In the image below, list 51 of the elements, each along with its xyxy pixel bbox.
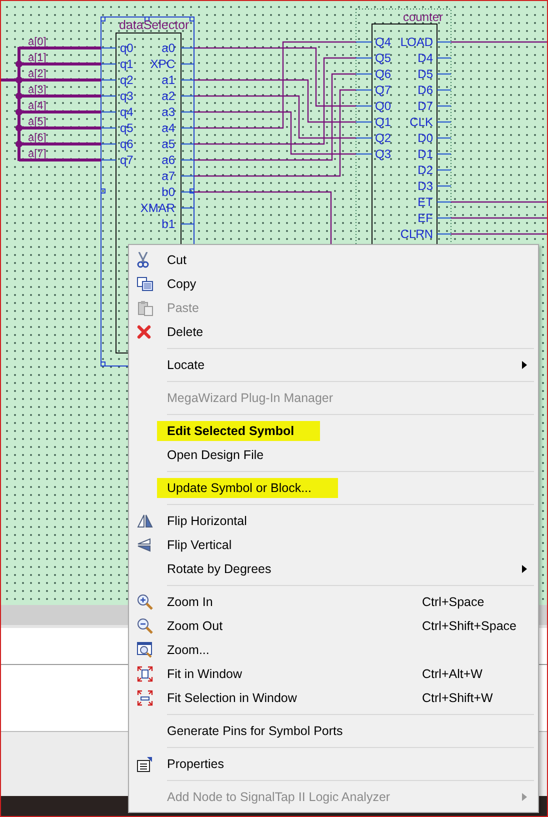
pin-label: a2 xyxy=(162,89,175,103)
pin-label: q2 xyxy=(120,73,134,87)
pin-label: q5 xyxy=(120,121,134,135)
pin-label: D0 xyxy=(418,131,433,145)
pin-label: a6 xyxy=(162,153,175,167)
pin-label: Q2 xyxy=(375,131,392,145)
pin-label: D3 xyxy=(418,179,433,193)
pin-label: b1 xyxy=(162,217,175,231)
bus-label: a[0] xyxy=(28,36,46,48)
pin-label: CLRN xyxy=(400,227,433,241)
symbol-title: counter xyxy=(403,10,444,24)
pin-label: EF xyxy=(418,211,433,225)
pin-label: ET xyxy=(418,195,433,209)
pin-label: q1 xyxy=(120,57,134,71)
pin-label: q6 xyxy=(120,137,134,151)
pin-label: Q6 xyxy=(375,67,392,81)
bus-label: a[6] xyxy=(28,132,46,144)
bus-label: a[4] xyxy=(28,100,46,112)
pin-label: Q4 xyxy=(375,35,392,49)
pin-label: D2 xyxy=(418,163,433,177)
pin-label: LOAD xyxy=(400,35,433,49)
pin-label: q3 xyxy=(120,89,134,103)
bus-label: a[5] xyxy=(28,116,46,128)
bus-label: a[3] xyxy=(28,84,46,96)
pin-label: XPC xyxy=(150,57,175,71)
pin-label: Q1 xyxy=(375,115,392,129)
pin-label: CLK xyxy=(410,115,433,129)
pin-label: a0 xyxy=(162,41,175,55)
pin-label: D1 xyxy=(418,147,433,161)
pin-label: a5 xyxy=(162,137,175,151)
pin-label: a1 xyxy=(162,73,175,87)
bus-label: a[1] xyxy=(28,52,46,64)
pin-label: a3 xyxy=(162,105,175,119)
symbol-title: dataSelector xyxy=(119,18,190,32)
bus-label: a[7] xyxy=(28,148,46,160)
pin-label: Q0 xyxy=(375,99,392,113)
pin-label: q7 xyxy=(120,153,134,167)
pin-label: q0 xyxy=(120,41,134,55)
pin-label: a7 xyxy=(162,169,175,183)
pin-label: b0 xyxy=(162,185,175,199)
pin-label: q4 xyxy=(120,105,134,119)
bus-label: a[2] xyxy=(28,68,46,80)
pin-label: Q5 xyxy=(375,51,392,65)
pin-label: D7 xyxy=(418,99,433,113)
pin-label: D6 xyxy=(418,83,433,97)
pin-label: XMAR xyxy=(140,201,175,215)
pin-label: D5 xyxy=(418,67,433,81)
pin-label: Q7 xyxy=(375,83,392,97)
pin-label: a4 xyxy=(162,121,175,135)
pin-label: Q3 xyxy=(375,147,392,161)
pin-label: D4 xyxy=(418,51,433,65)
